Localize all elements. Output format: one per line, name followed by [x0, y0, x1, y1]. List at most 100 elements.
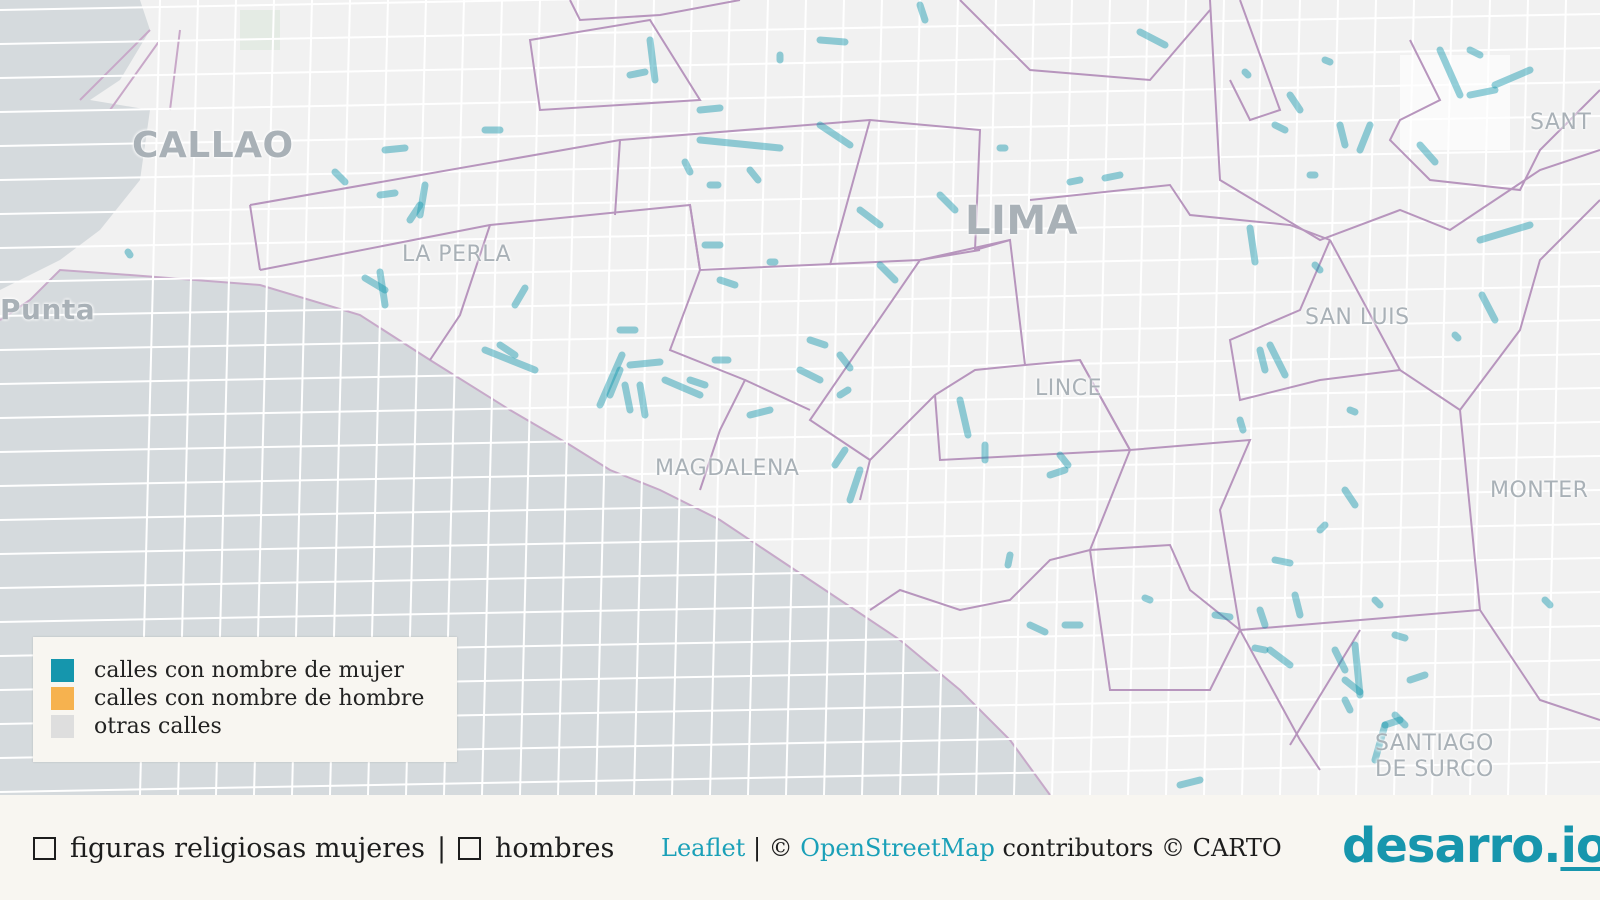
women-street-segment[interactable] [796, 366, 824, 384]
leaflet-link[interactable]: Leaflet [661, 834, 745, 862]
women-street-segment[interactable] [1251, 644, 1269, 654]
legend-item-other: otras calles [51, 712, 222, 740]
women-street-segment[interactable] [1141, 594, 1154, 604]
attribution-text: contributors © CARTO [994, 834, 1282, 862]
women-street-segment[interactable] [1066, 176, 1084, 186]
legend-label-men: calles con nombre de hombre [94, 685, 425, 711]
women-street-segment[interactable] [1341, 486, 1359, 509]
legend-label-women: calles con nombre de mujer [94, 657, 404, 683]
street-line [1203, 0, 1225, 795]
openstreetmap-link[interactable]: OpenStreetMap [800, 834, 995, 862]
women-street-segment[interactable] [1346, 406, 1359, 416]
women-street-segment[interactable] [1478, 291, 1499, 324]
place-label-san-luis: SAN LUIS [1305, 305, 1410, 330]
women-street-segment[interactable] [124, 248, 134, 259]
legend-item-women: calles con nombre de mujer [51, 656, 404, 684]
women-street-segment[interactable] [1026, 621, 1049, 636]
women-street-segment[interactable] [1321, 56, 1334, 66]
place-label-la-perla: LA PERLA [402, 242, 512, 267]
women-street-segment[interactable] [1291, 591, 1304, 619]
women-street-segment[interactable] [1256, 606, 1269, 629]
women-street-segment[interactable] [381, 144, 409, 154]
brand-logo[interactable]: desarro.io [1342, 818, 1600, 874]
women-street-segment[interactable] [636, 381, 649, 419]
women-street-segment[interactable] [376, 189, 399, 199]
women-street-segment[interactable] [1466, 46, 1484, 59]
map-attribution: Leaflet | © OpenStreetMap contributors ©… [661, 834, 1282, 862]
map-legend: calles con nombre de mujer calles con no… [33, 637, 457, 762]
women-street-segment[interactable] [1406, 671, 1429, 684]
women-street-segment[interactable] [816, 121, 854, 149]
women-street-segment[interactable] [1316, 521, 1329, 534]
women-street-segment[interactable] [1266, 646, 1294, 669]
park-area [1400, 55, 1510, 150]
women-street-segment[interactable] [1046, 466, 1069, 479]
legend-swatch-women [51, 658, 74, 682]
women-street-segment[interactable] [956, 396, 972, 439]
women-street-segment[interactable] [1356, 121, 1374, 154]
women-street-segment[interactable] [696, 136, 784, 152]
women-street-segment[interactable] [806, 336, 829, 349]
women-street-segment[interactable] [836, 351, 854, 372]
street-line [975, 0, 997, 795]
women-street-segment[interactable] [1246, 224, 1259, 266]
legend-swatch-other [51, 714, 74, 738]
women-street-segment[interactable] [681, 158, 694, 176]
attribution-separator: | © [745, 834, 801, 862]
place-label-callao: CALLAO [132, 125, 294, 166]
filter-controls: figuras religiosas mujeres | hombres [33, 833, 614, 864]
women-street-segment[interactable] [716, 276, 739, 289]
street-line [0, 47, 1600, 79]
women-street-segment[interactable] [646, 36, 659, 84]
women-street-segment[interactable] [1341, 696, 1354, 714]
women-street-segment[interactable] [376, 268, 389, 309]
women-street-segment[interactable] [511, 284, 529, 309]
women-street-segment[interactable] [746, 406, 774, 419]
brand-logo-main: desarro. [1342, 818, 1561, 874]
women-street-segment[interactable] [1541, 596, 1554, 609]
women-street-segment[interactable] [1311, 261, 1324, 274]
filter-men-label[interactable]: hombres [495, 833, 614, 864]
women-street-segment[interactable] [1256, 346, 1269, 374]
place-label-punta: Punta [0, 293, 96, 326]
women-street-segment[interactable] [916, 1, 929, 24]
filter-women-label[interactable]: figuras religiosas mujeres [70, 833, 425, 864]
women-street-segment[interactable] [1336, 121, 1349, 149]
women-street-segment[interactable] [1241, 68, 1252, 79]
women-street-segment[interactable] [1176, 776, 1204, 789]
women-street-segment[interactable] [1136, 28, 1169, 49]
women-street-segment[interactable] [626, 358, 664, 369]
women-street-segment[interactable] [626, 68, 649, 79]
women-street-segment[interactable] [836, 386, 852, 399]
place-label-santa: SANT [1530, 110, 1592, 135]
women-street-segment[interactable] [1371, 596, 1384, 609]
legend-item-men: calles con nombre de hombre [51, 684, 424, 712]
women-street-segment[interactable] [876, 261, 899, 284]
women-street-segment[interactable] [846, 466, 864, 504]
women-street-segment[interactable] [621, 381, 634, 414]
women-street-segment[interactable] [696, 104, 724, 114]
women-street-segment[interactable] [686, 376, 709, 389]
women-street-segment[interactable] [1271, 556, 1294, 567]
women-street-segment[interactable] [816, 36, 849, 46]
women-street-segment[interactable] [1211, 611, 1234, 621]
street-line [0, 0, 587, 11]
place-label-lima: LIMA [965, 198, 1079, 244]
filter-women-checkbox[interactable] [33, 837, 56, 860]
street-line [937, 0, 959, 795]
women-street-segment[interactable] [416, 181, 429, 219]
women-street-segment[interactable] [746, 166, 762, 184]
women-street-segment[interactable] [1451, 331, 1462, 342]
map-view[interactable]: CALLAO LIMA LA PERLA Punta SAN LUIS LINC… [0, 0, 1600, 795]
women-street-segment[interactable] [831, 446, 849, 469]
women-street-segment[interactable] [1271, 121, 1289, 134]
legend-swatch-men [51, 686, 74, 710]
women-street-segment[interactable] [1101, 171, 1124, 182]
street-line [0, 81, 1600, 113]
women-street-segment[interactable] [1004, 551, 1014, 569]
women-street-segment[interactable] [1466, 86, 1499, 99]
filter-men-checkbox[interactable] [458, 837, 482, 860]
women-street-segment[interactable] [1236, 416, 1247, 434]
place-label-magdalena: MAGDALENA [655, 456, 800, 481]
women-street-segment[interactable] [1391, 631, 1409, 642]
